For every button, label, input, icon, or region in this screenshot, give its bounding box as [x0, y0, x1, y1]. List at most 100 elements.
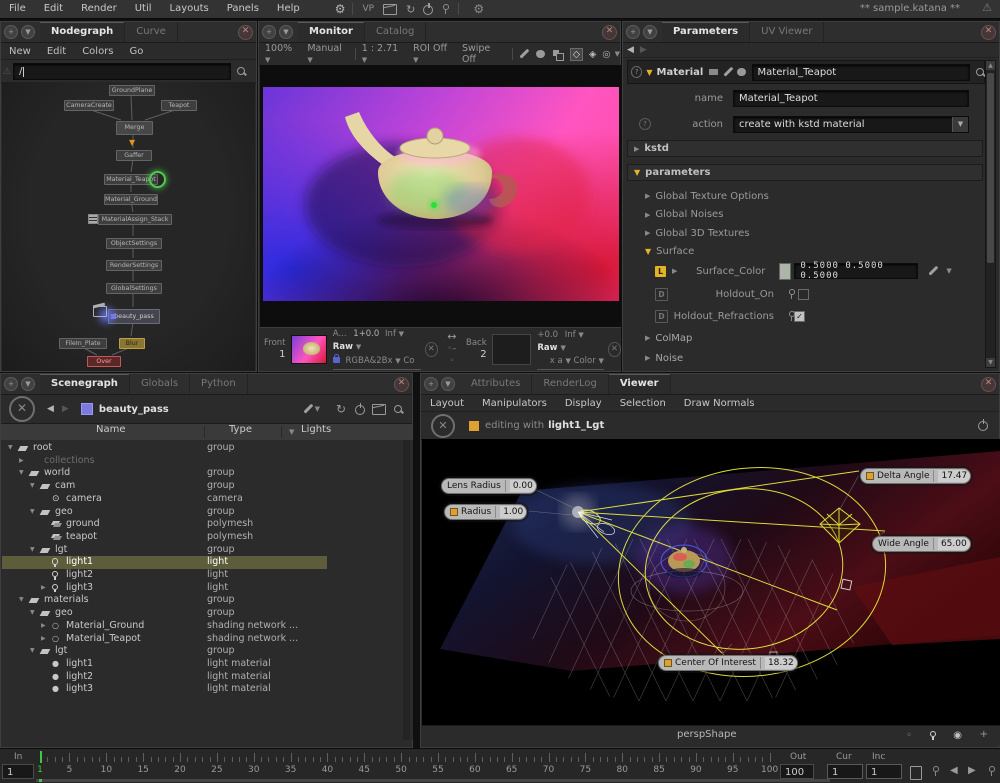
frame-number[interactable]: 80 — [616, 765, 627, 775]
scenegraph-row-lgt[interactable]: ▼lgtgroup — [2, 645, 413, 658]
update-mode-dropdown[interactable]: Manual ▼ — [307, 43, 348, 65]
front-raw-dropdown[interactable]: Raw ▼ — [333, 342, 362, 352]
forward-arrow[interactable]: ▶ — [640, 45, 647, 55]
add-icon[interactable]: + — [980, 729, 988, 740]
expand-icon[interactable]: ▶ — [19, 455, 24, 468]
hud-center-of-interest[interactable]: Center Of Interest18.32 — [658, 655, 798, 671]
hud-value[interactable]: 65.00 — [938, 538, 970, 550]
collapse-icon[interactable]: ▼ — [30, 645, 35, 658]
scenegraph-row-light2[interactable]: ●light2light material — [2, 671, 413, 684]
frame-number[interactable]: 45 — [359, 765, 370, 775]
compare-icon[interactable]: ◈ — [589, 49, 596, 60]
ratio-dropdown[interactable]: 1 : 2.71 ▼ — [362, 43, 405, 65]
scroll-up-icon[interactable]: ▲ — [986, 61, 995, 70]
default-badge[interactable]: D — [655, 310, 668, 323]
clear-selection-icon[interactable]: ✕ — [9, 396, 35, 422]
default-badge[interactable]: D — [655, 288, 668, 301]
search-icon[interactable] — [976, 68, 984, 77]
viewer-menu-selection[interactable]: Selection — [611, 398, 675, 409]
collapse-icon[interactable]: ▼ — [30, 480, 35, 493]
frame-number[interactable]: 90 — [690, 765, 701, 775]
node-materialassign_stack[interactable]: MaterialAssign_Stack — [98, 214, 172, 225]
param-group-surface[interactable]: ▼Surface — [623, 244, 999, 260]
node-cameracreate[interactable]: CameraCreate — [64, 100, 114, 111]
scenegraph-row-Material_Teapot[interactable]: ▶○Material_Teapotshading network ... — [2, 633, 413, 646]
frame-number[interactable]: 35 — [285, 765, 296, 775]
back-color-dropdown[interactable]: Color ▼ — [574, 356, 604, 366]
comment-icon[interactable] — [737, 68, 745, 76]
hud-value[interactable]: 1.00 — [500, 506, 526, 518]
param-group-global-3d-textures[interactable]: ▶Global 3D Textures — [623, 225, 999, 241]
node-beauty_pass[interactable]: beauty_pass — [108, 309, 160, 324]
tab-scenegraph-python[interactable]: Python — [190, 374, 248, 394]
settings-icon[interactable]: ⚙ — [473, 2, 484, 16]
back-channels[interactable]: x a — [550, 356, 563, 366]
name-value-field[interactable]: Material_Teapot — [733, 90, 969, 107]
tab-monitor-monitor[interactable]: Monitor — [298, 22, 365, 42]
param-group-global-texture-options[interactable]: ▶Global Texture Options — [623, 188, 999, 204]
swap-buffers-icon[interactable]: ↔ — [446, 331, 458, 343]
hud-delta-angle[interactable]: Delta Angle17.47 — [860, 468, 971, 484]
frame-number[interactable]: 40 — [322, 765, 333, 775]
parameters-group[interactable]: ▼parameters — [627, 164, 983, 181]
back-clamp[interactable]: Inf — [565, 330, 576, 340]
panel-split-icon[interactable]: + — [4, 377, 18, 391]
visibility-icon[interactable]: ◦ — [906, 730, 912, 741]
inc-field[interactable]: 1 — [866, 764, 902, 779]
expand-icon[interactable]: ▶ — [41, 582, 46, 595]
colmap-group[interactable]: ▶ ColMap — [623, 330, 999, 346]
viewer-menu-layout[interactable]: Layout — [421, 398, 473, 409]
link-buffers-icon[interactable]: ◦–◦ — [446, 343, 458, 367]
render-icon[interactable] — [372, 404, 386, 415]
state-icon[interactable] — [788, 311, 794, 321]
panel-menu-icon[interactable]: ▼ — [21, 377, 35, 391]
scrollbar[interactable] — [403, 440, 410, 740]
panel-split-icon[interactable]: + — [424, 377, 438, 391]
back-arrow[interactable]: ◀ — [47, 404, 54, 414]
node-filein_plate[interactable]: FileIn_Plate — [59, 338, 107, 349]
tab-scenegraph-globals[interactable]: Globals — [130, 374, 190, 394]
tab-parameters-uv-viewer[interactable]: UV Viewer — [750, 22, 824, 42]
menu-render[interactable]: Render — [72, 0, 126, 18]
power-icon[interactable] — [978, 420, 989, 431]
hud-value[interactable]: 17.47 — [938, 470, 970, 482]
node-groundplane[interactable]: GroundPlane — [109, 85, 155, 96]
scenegraph-row-world[interactable]: ▼worldgroup — [2, 467, 413, 480]
color-swatch[interactable] — [779, 263, 791, 280]
viewer-menu-display[interactable]: Display — [556, 398, 611, 409]
chevron-down-icon[interactable]: ▼ — [315, 405, 320, 413]
node-globalsettings[interactable]: GlobalSettings — [106, 283, 162, 294]
hud-wide-angle[interactable]: Wide Angle65.00 — [872, 536, 971, 552]
step-forward-icon[interactable]: ▶ — [968, 765, 976, 776]
scenegraph-row-light2[interactable]: light2light — [2, 569, 413, 582]
keyframe-icon[interactable] — [932, 766, 938, 776]
aperture-icon[interactable]: ◉ — [953, 730, 962, 741]
frame-number[interactable]: 75 — [580, 765, 591, 775]
panel-menu-icon[interactable]: ▼ — [441, 377, 455, 391]
refractions-checkbox[interactable]: ✓ — [794, 311, 805, 322]
tab-parameters-parameters[interactable]: Parameters — [662, 22, 750, 42]
frame-number[interactable]: 15 — [137, 765, 148, 775]
nodegraph-canvas[interactable]: ▼ GroundPlaneCameraCreateTeapotMergeGaff… — [2, 82, 255, 371]
flag-icon[interactable] — [709, 69, 717, 75]
hud-value[interactable]: 18.32 — [765, 657, 797, 669]
state-icon[interactable] — [788, 289, 794, 299]
power-icon[interactable] — [423, 4, 434, 15]
node-name-field[interactable]: Material_Teapot — [752, 64, 970, 81]
hud-value[interactable]: 0.00 — [510, 480, 536, 492]
scenegraph-row-materials[interactable]: ▼materialsgroup — [2, 594, 413, 607]
back-exposure[interactable]: +0.0 — [537, 330, 558, 340]
collapse-icon[interactable]: ▼ — [30, 544, 35, 557]
column-lights[interactable]: Lights — [301, 424, 331, 435]
clear-icon[interactable]: ✕ — [431, 414, 455, 438]
frame-number[interactable]: 55 — [432, 765, 443, 775]
frame-ruler[interactable]: 5101520253035404550556065707580859095100… — [36, 749, 832, 779]
edit-pen-icon[interactable] — [303, 404, 313, 414]
tab-nodegraph-nodegraph[interactable]: Nodegraph — [40, 22, 125, 42]
scenegraph-row-ground[interactable]: groundpolymesh — [2, 518, 413, 531]
scenegraph-row-collections[interactable]: ▶collections — [2, 455, 413, 468]
color-values-field[interactable]: 0.5000 0.5000 0.5000 — [794, 263, 918, 279]
scenegraph-row-geo[interactable]: ▼geogroup — [2, 506, 413, 519]
scenegraph-tree[interactable]: ▼rootgroup▶collections▼worldgroup▼camgro… — [2, 440, 413, 740]
node-teapot[interactable]: Teapot — [161, 100, 197, 111]
